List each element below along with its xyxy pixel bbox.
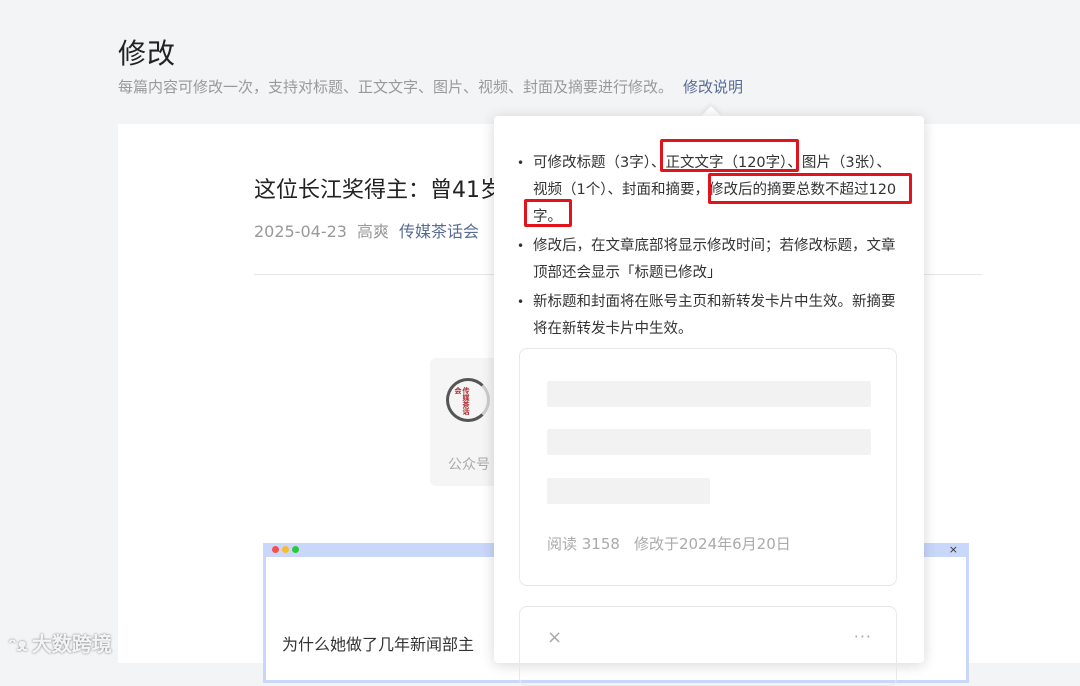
rule-item-display: 修改后，在文章底部将显示修改时间；若修改标题，文章顶部还会显示「标题已修改」 [516, 233, 904, 287]
edit-rules-popover: 可修改标题（3字）、正文文字（120字）、图片（3张）、视频（1个）、封面和摘要… [494, 116, 924, 686]
window-dots [272, 546, 299, 553]
page-title: 修改 [118, 37, 177, 70]
highlight-summary-limit [708, 173, 912, 204]
article-meta: 2025-04-23 高爽 传媒茶话会 [254, 218, 479, 242]
profile-label: 公众号 [448, 457, 490, 473]
logo-lettering: 传媒茶话会 [454, 387, 471, 415]
close-icon: × [547, 627, 563, 648]
watermark-text: 大数跨境 [31, 632, 112, 656]
window-dot-red[interactable] [272, 546, 279, 553]
highlight-summary-limit-end [524, 199, 572, 227]
demo-card: 阅读 3158 修改于2024年6月20日 [519, 348, 897, 586]
skeleton-line [547, 478, 710, 504]
skeleton-line [547, 381, 871, 407]
article-date: 2025-04-23 [254, 222, 347, 241]
subtitle-text: 每篇内容可修改一次，支持对标题、正文文字、图片、视频、封面及摘要进行修改。 [118, 78, 674, 96]
article-title: 这位长江奖得主：曾41岁 [254, 178, 502, 203]
article-account-link[interactable]: 传媒茶话会 [399, 222, 479, 241]
watermark-logo-icon: ᵔᴥ [8, 635, 28, 656]
modified-date: 修改于2024年6月20日 [633, 535, 791, 553]
page-subtitle: 每篇内容可修改一次，支持对标题、正文文字、图片、视频、封面及摘要进行修改。 修改说… [118, 76, 743, 97]
preview-text: 为什么她做了几年新闻部主 [282, 635, 475, 654]
article-author: 高爽 [356, 222, 389, 241]
read-count: 阅读 3158 [547, 535, 620, 553]
window-dot-green[interactable] [292, 546, 299, 553]
demo-card-share: × ··· [519, 606, 897, 686]
close-icon[interactable]: × [949, 543, 958, 556]
more-icon: ··· [853, 627, 872, 646]
demo-stats: 阅读 3158 修改于2024年6月20日 [547, 533, 791, 554]
highlight-body-text [660, 139, 799, 172]
window-dot-yellow[interactable] [282, 546, 289, 553]
account-logo: 传媒茶话会 [446, 378, 490, 422]
watermark: ᵔᴥ 大数跨境 [8, 628, 112, 657]
skeleton-line [547, 429, 871, 455]
rule-item-effect: 新标题和封面将在账号主页和新转发卡片中生效。新摘要将在新转发卡片中生效。 [516, 289, 904, 343]
help-link[interactable]: 修改说明 [683, 78, 743, 96]
